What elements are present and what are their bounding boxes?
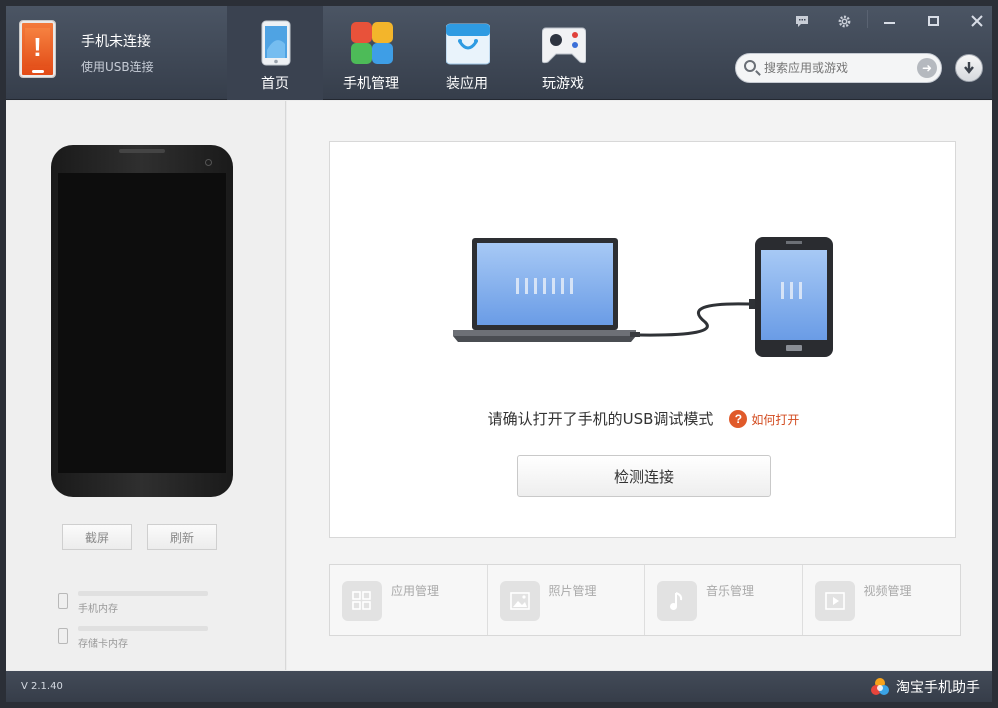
search-icon [744,60,756,72]
feature-photo-manage[interactable]: 照片管理 [488,565,645,635]
photo-icon [499,581,540,621]
exclamation-icon: ! [25,28,50,66]
phone-storage-row: 手机内存 [56,591,216,619]
window-frame: ! 手机未连接 使用USB连接 首页 手机管理 装应用 玩游戏 搜索应用或游戏 … [6,6,992,702]
taobao-assistant-logo-icon [871,678,889,695]
feedback-icon[interactable] [789,10,815,32]
gamepad-icon [542,27,586,64]
sdcard-storage-label: 存储卡内存 [78,639,128,650]
store-bag-icon [446,23,490,65]
header-bar: ! 手机未连接 使用USB连接 首页 手机管理 装应用 玩游戏 搜索应用或游戏 … [6,6,992,100]
feature-shortcuts: 应用管理 照片管理 音乐管理 视频管理 [329,564,961,636]
phone-storage-bar [78,591,208,596]
usb-debug-hint-text: 请确认打开了手机的USB调试模式 [487,410,714,428]
how-to-enable-link[interactable]: 如何打开 [751,413,799,427]
sdcard-storage-bar [78,626,208,631]
feature-video-manage-label: 视频管理 [863,584,912,598]
nav-games-label: 玩游戏 [542,76,584,92]
search-go-icon[interactable]: ➜ [917,58,937,78]
app-window: ! 手机未连接 使用USB连接 首页 手机管理 装应用 玩游戏 搜索应用或游戏 … [0,0,998,708]
usb-connection-illustration [453,237,833,357]
phone-storage-label: 手机内存 [78,604,118,615]
phone-disconnected-icon: ! [19,20,56,78]
search-input[interactable] [764,59,914,77]
nav-home[interactable]: 首页 [227,6,323,100]
phone-home-icon [261,20,291,66]
download-icon[interactable] [955,54,983,82]
main-nav: 首页 手机管理 装应用 玩游戏 [227,6,611,100]
nav-games[interactable]: 玩游戏 [515,6,611,100]
brand-name: 淘宝手机助手 [896,680,980,696]
video-play-icon [814,581,855,621]
screenshot-button[interactable]: 截屏 [62,524,132,550]
feature-app-manage[interactable]: 应用管理 [330,565,488,635]
camera-icon [205,159,212,166]
feature-music-manage-label: 音乐管理 [706,584,755,598]
feature-music-manage[interactable]: 音乐管理 [645,565,803,635]
nav-phone-manage[interactable]: 手机管理 [323,6,419,100]
sdcard-icon [58,628,68,644]
version-label: V 2.1.40 [21,681,63,692]
maximize-icon[interactable] [920,10,946,32]
brand: 淘宝手机助手 [870,677,980,697]
control-divider [867,10,868,28]
usb-debug-hint: 请确认打开了手机的USB调试模式? 如何打开 [330,408,957,429]
detect-connection-button[interactable]: 检测连接 [517,455,771,497]
sdcard-storage-row: 存储卡内存 [56,626,216,654]
device-panel: 截屏 刷新 手机内存 存储卡内存 [6,101,286,670]
help-icon[interactable]: ? [729,410,748,428]
nav-phone-manage-label: 手机管理 [343,76,399,92]
minimize-icon[interactable] [876,10,902,32]
main-content: 请确认打开了手机的USB调试模式? 如何打开 检测连接 应用管理 照片管理 音乐… [287,101,992,670]
phone-preview [51,145,233,497]
search-box: ➜ [735,53,942,83]
phone-storage-icon [58,593,68,609]
phone-screen [58,173,226,473]
nav-install-apps[interactable]: 装应用 [419,6,515,100]
connection-card: 请确认打开了手机的USB调试模式? 如何打开 检测连接 [329,141,956,538]
feature-app-manage-label: 应用管理 [391,584,440,598]
connection-status-title: 手机未连接 [81,34,151,50]
connection-status-subtitle: 使用USB连接 [81,60,154,74]
nav-home-label: 首页 [261,76,289,92]
nav-install-apps-label: 装应用 [446,76,488,92]
feature-video-manage[interactable]: 视频管理 [803,565,961,635]
status-bar: V 2.1.40 淘宝手机助手 [6,671,992,702]
music-note-icon [657,581,697,621]
close-icon[interactable] [964,10,990,32]
feature-photo-manage-label: 照片管理 [548,584,597,598]
settings-icon[interactable] [831,10,857,32]
refresh-button[interactable]: 刷新 [147,524,217,550]
app-grid-icon [342,581,382,621]
grid-icon [351,22,393,64]
